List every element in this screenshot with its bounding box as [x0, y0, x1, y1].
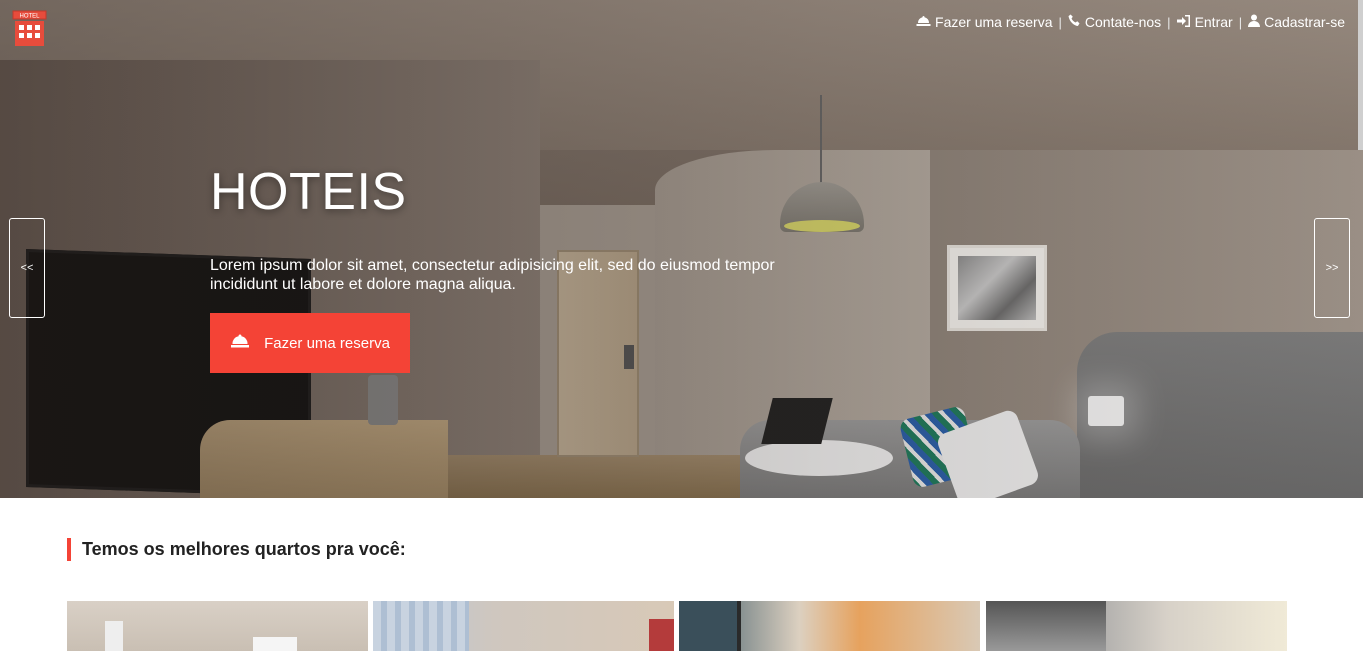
section-title: Temos os melhores quartos pra você:: [67, 538, 406, 561]
hero-carousel: HOTEL Fazer uma reserva | Contate-nos |: [0, 0, 1363, 498]
nav-separator: |: [1167, 14, 1171, 30]
carousel-prev-button[interactable]: <<: [9, 218, 45, 318]
sign-in-icon: [1176, 14, 1191, 30]
hero-title: HOTEIS: [210, 163, 407, 221]
nav-signup-link[interactable]: Cadastrar-se: [1248, 14, 1345, 30]
nav-login-label: Entrar: [1194, 14, 1233, 30]
nav-contact-label: Contate-nos: [1084, 14, 1162, 30]
room-card[interactable]: [67, 601, 368, 651]
nav-signup-label: Cadastrar-se: [1264, 14, 1345, 30]
nav-separator: |: [1238, 14, 1243, 30]
reserve-button[interactable]: Fazer uma reserva: [210, 313, 410, 373]
room-card[interactable]: [373, 601, 674, 651]
bell-icon: [916, 14, 931, 30]
carousel-next-button[interactable]: >>: [1314, 218, 1350, 318]
bell-icon: [230, 333, 250, 353]
nav-reserve-link[interactable]: Fazer uma reserva: [916, 14, 1053, 30]
room-card[interactable]: [679, 601, 980, 651]
user-icon: [1248, 14, 1261, 30]
phone-icon: [1068, 14, 1081, 30]
scrollbar-thumb[interactable]: [1358, 0, 1363, 150]
top-nav: Fazer uma reserva | Contate-nos | Entrar…: [916, 14, 1345, 30]
hotel-logo-icon[interactable]: HOTEL: [12, 10, 47, 47]
nav-reserve-label: Fazer uma reserva: [935, 14, 1053, 30]
rooms-gallery: [67, 601, 1287, 651]
nav-separator: |: [1058, 14, 1062, 30]
reserve-button-label: Fazer uma reserva: [264, 334, 390, 352]
room-card[interactable]: [986, 601, 1287, 651]
hero-description: Lorem ipsum dolor sit amet, consectetur …: [210, 257, 775, 293]
nav-login-link[interactable]: Entrar: [1176, 14, 1233, 30]
svg-text:HOTEL: HOTEL: [19, 14, 40, 20]
nav-contact-link[interactable]: Contate-nos: [1068, 14, 1161, 30]
